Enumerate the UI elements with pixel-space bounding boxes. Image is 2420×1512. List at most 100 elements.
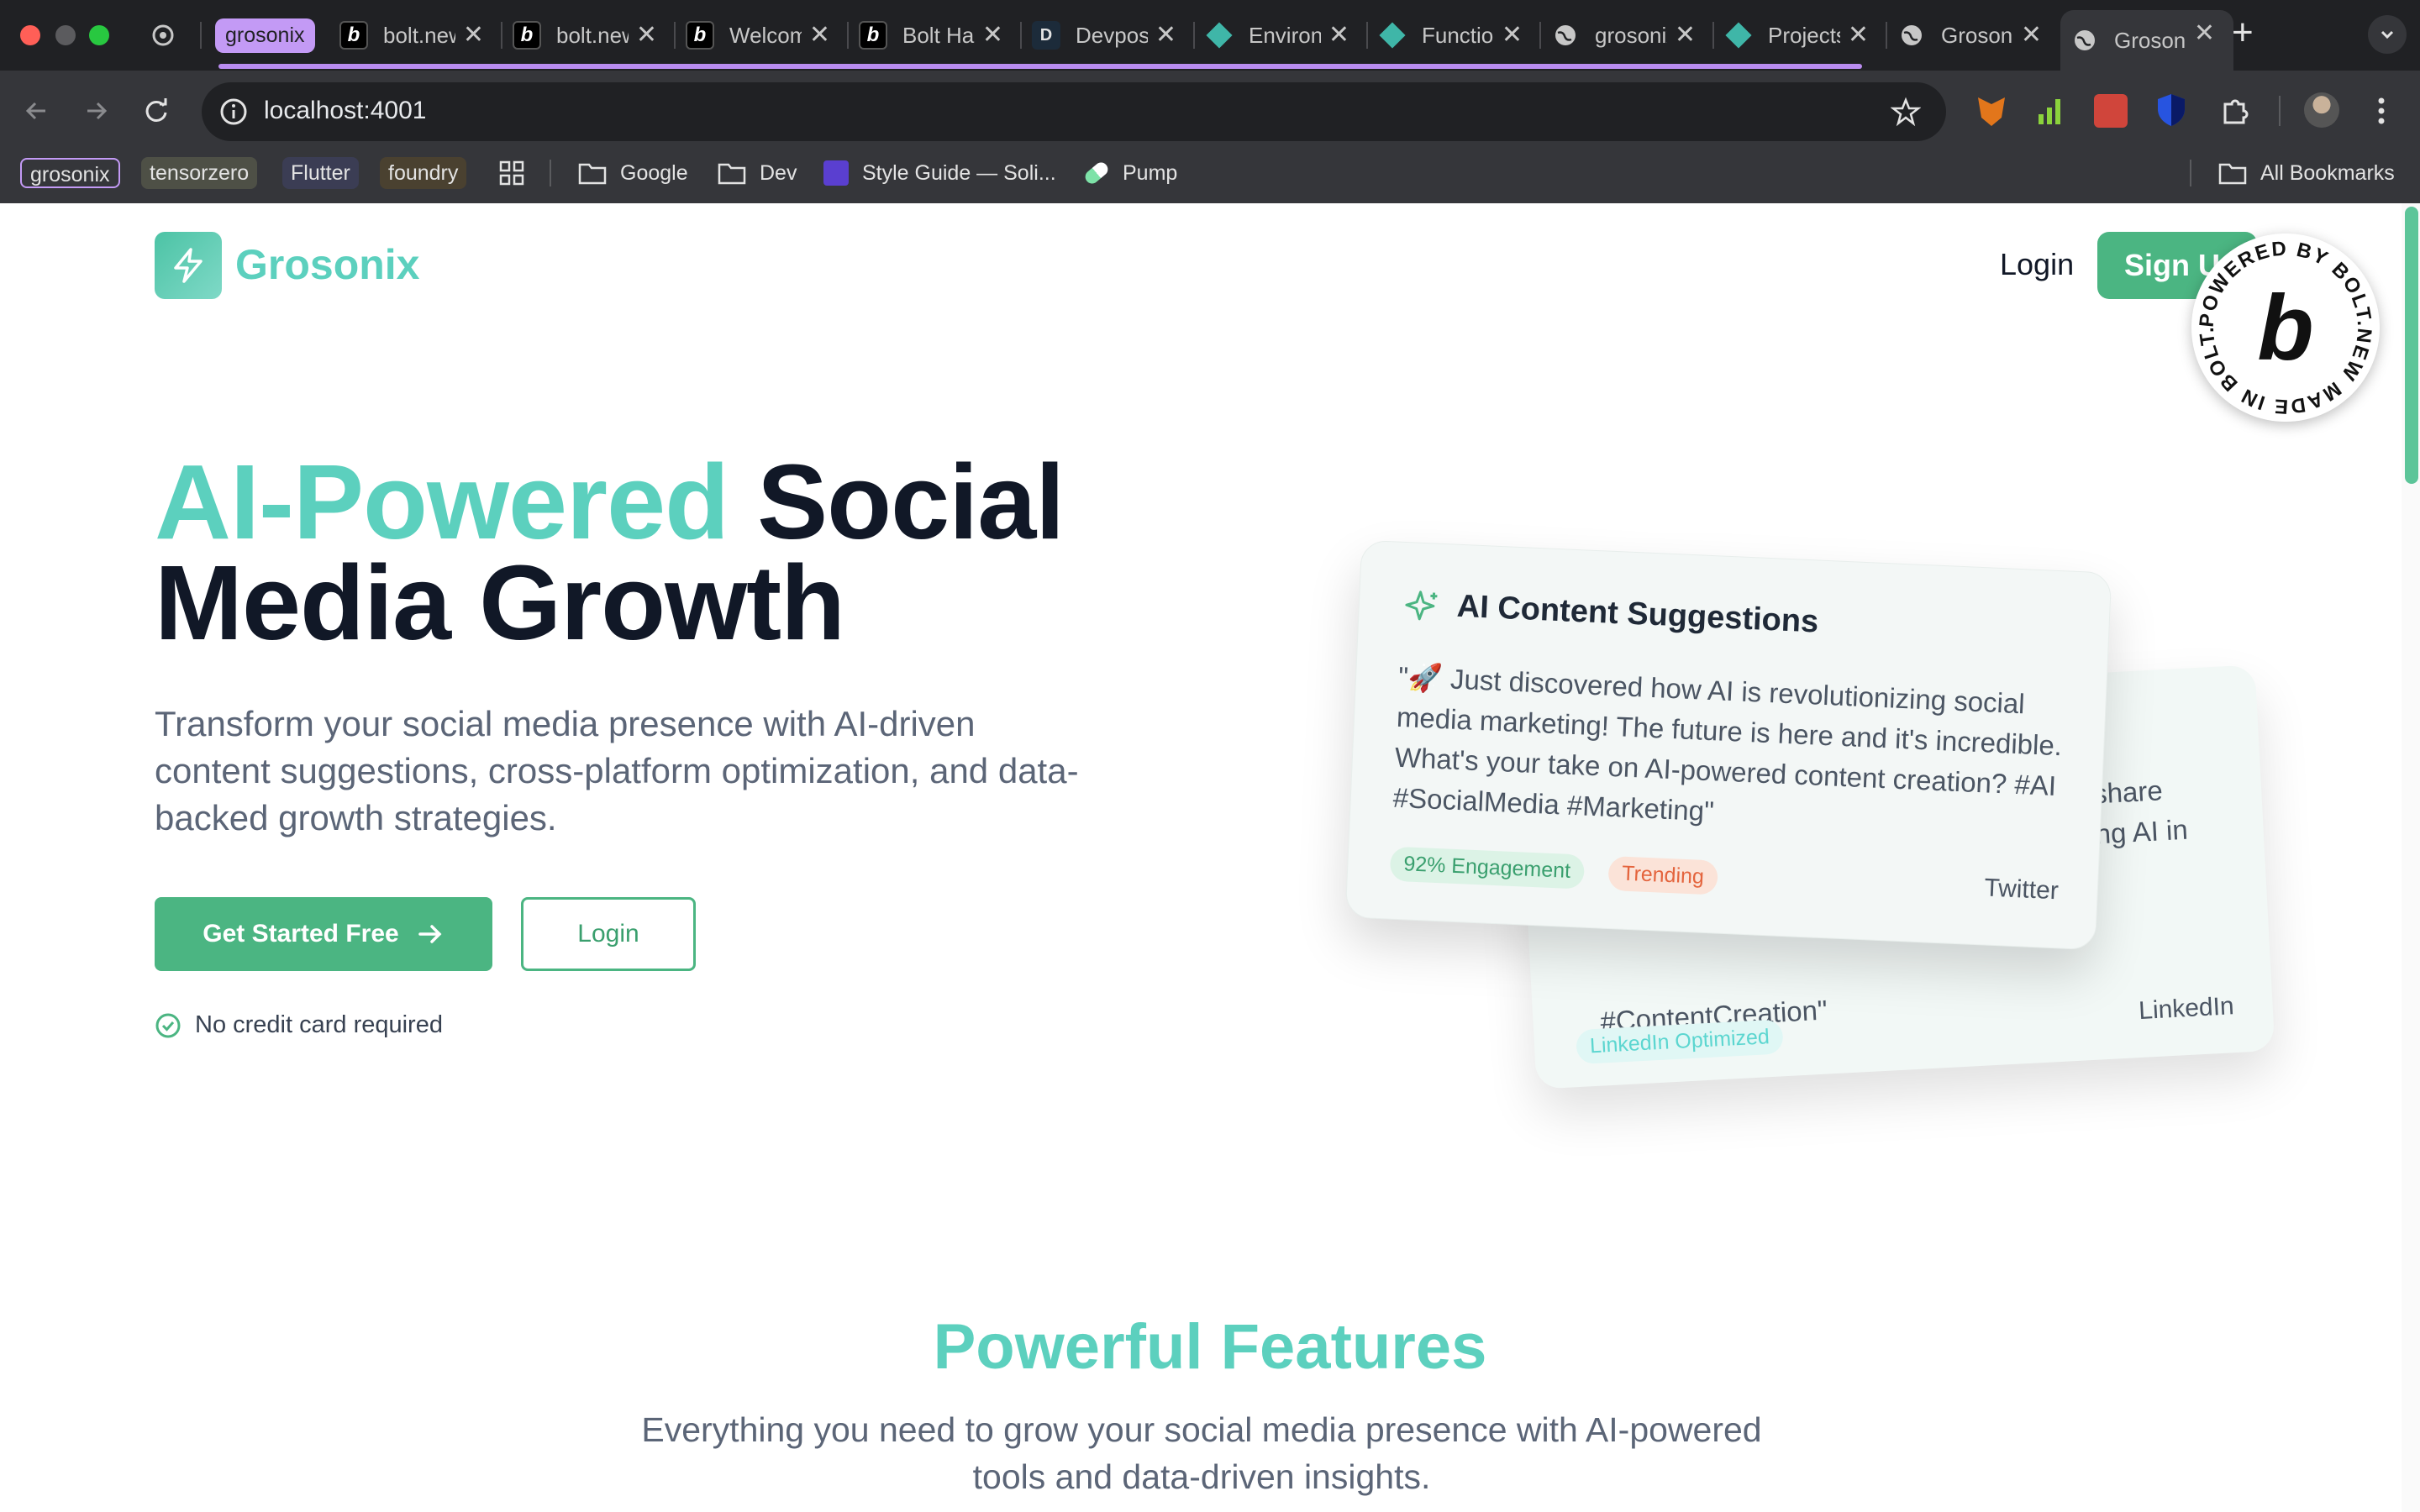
browser-tab[interactable]: b bolt.new ✕ xyxy=(502,12,676,59)
reload-icon xyxy=(145,98,167,122)
tab-close-icon[interactable]: ✕ xyxy=(809,20,830,50)
tab-title: bolt.new xyxy=(556,22,629,48)
site-info-icon[interactable] xyxy=(218,97,249,127)
folder-icon xyxy=(2218,163,2247,185)
brand-name[interactable]: Grosonix xyxy=(235,240,419,289)
tab-group-grosonix[interactable]: grosonix xyxy=(215,15,318,55)
hero-subtitle: Transform your social media presence wit… xyxy=(155,704,1079,837)
bookmark-flutter[interactable]: Flutter xyxy=(282,156,359,190)
bookmark-style-guide[interactable]: Style Guide — Soli... xyxy=(823,156,1056,190)
bookmark-tensorzero[interactable]: tensorzero xyxy=(141,156,258,190)
bookmark-star-icon[interactable] xyxy=(1891,97,1921,127)
linkedin-platform-label: LinkedIn xyxy=(2138,992,2235,1026)
url-text[interactable]: localhost:4001 xyxy=(264,97,426,125)
bolt-icon: b xyxy=(513,21,541,50)
check-circle-icon xyxy=(155,1013,181,1037)
all-bookmarks-button[interactable]: All Bookmarks xyxy=(2218,156,2395,190)
tab-title: Devpost xyxy=(1076,22,1148,48)
tab-title: bolt.new xyxy=(383,22,455,48)
maximize-window-button[interactable] xyxy=(89,25,109,45)
folder-icon xyxy=(718,163,746,185)
tab-close-icon[interactable]: ✕ xyxy=(636,20,657,50)
tab-close-icon[interactable]: ✕ xyxy=(1328,20,1349,50)
tab-close-icon[interactable]: ✕ xyxy=(1675,20,1696,50)
globe-icon xyxy=(1551,21,1580,50)
bookmark-folder-dev[interactable]: Dev xyxy=(718,156,797,190)
globe-icon xyxy=(2070,26,2099,55)
browser-tab[interactable]: Functions ✕ xyxy=(1368,12,1541,59)
metamask-extension-icon[interactable] xyxy=(1978,97,2005,126)
browser-tab[interactable]: b Welcome ✕ xyxy=(676,12,849,59)
no-credit-card-note: No credit card required xyxy=(155,1011,443,1039)
shield-extension-icon[interactable] xyxy=(2156,92,2186,128)
trending-tag: Trending xyxy=(1607,855,1718,895)
bolt-icon: b xyxy=(686,21,714,50)
browser-tab[interactable]: Environment ✕ xyxy=(1195,12,1368,59)
browser-tab[interactable]: b bolt.new ✕ xyxy=(329,12,502,59)
nav-login-link[interactable]: Login xyxy=(2000,247,2074,282)
brand-logo[interactable] xyxy=(155,232,222,299)
close-window-button[interactable] xyxy=(20,25,40,45)
globe-icon xyxy=(1897,21,1926,50)
browser-tab[interactable]: grosonix ✕ xyxy=(1541,12,1714,59)
tab-close-icon[interactable]: ✕ xyxy=(1502,20,1523,50)
forward-button[interactable] xyxy=(81,96,111,126)
pill-icon xyxy=(1082,160,1111,186)
red-extension-icon[interactable] xyxy=(2094,94,2128,128)
browser-tab[interactable]: Grosonix ✕ xyxy=(2060,10,2233,71)
card-title: AI Content Suggestions xyxy=(1455,588,1820,640)
tab-search-button[interactable] xyxy=(2368,15,2407,54)
tab-title: Grosonix xyxy=(1941,22,2013,48)
bookmark-folder-google[interactable]: Google xyxy=(578,156,688,190)
scrollbar-thumb[interactable] xyxy=(2405,207,2418,484)
minimize-window-button[interactable] xyxy=(55,25,76,45)
chevron-down-icon xyxy=(2381,30,2394,39)
browser-tab[interactable]: Grosonix ✕ xyxy=(1887,12,2060,59)
tab-close-icon[interactable]: ✕ xyxy=(1155,20,1176,50)
new-tab-button[interactable]: + xyxy=(2232,12,2254,54)
lightning-icon xyxy=(174,248,203,283)
hero-title-line2: Media Growth xyxy=(155,543,845,662)
arrow-right-icon xyxy=(418,925,442,943)
browser-tab[interactable]: D Devpost ✕ xyxy=(1022,12,1195,59)
get-started-button[interactable]: Get Started Free xyxy=(155,897,492,971)
tab-close-icon[interactable]: ✕ xyxy=(1848,20,1869,50)
apps-grid-button[interactable] xyxy=(499,156,524,190)
supabase-icon xyxy=(1724,21,1753,50)
tab-title: Environment xyxy=(1249,22,1321,48)
bookmark-grosonix[interactable]: grosonix xyxy=(20,156,120,190)
tab-group-label: grosonix xyxy=(215,18,315,53)
bookmark-pump[interactable]: Pump xyxy=(1082,156,1177,190)
back-button[interactable] xyxy=(22,96,52,126)
folder-icon xyxy=(578,163,607,185)
tab-title: grosonix xyxy=(1595,22,1667,48)
tab-close-icon[interactable]: ✕ xyxy=(2021,20,2042,50)
tab-title: Welcome xyxy=(729,22,802,48)
hero-title: AI-Powered Social Media Growth xyxy=(155,449,1065,656)
tab-close-icon[interactable]: ✕ xyxy=(463,20,484,50)
sparkles-icon xyxy=(1405,591,1438,621)
style-guide-favicon xyxy=(823,160,849,186)
bolt-badge[interactable]: POWERED BY BOLT.NEW MADE IN BOLT.NEW b xyxy=(2191,234,2380,422)
browser-tab[interactable]: b Bolt Hackathon ✕ xyxy=(849,12,1022,59)
bolt-icon: b xyxy=(859,21,887,50)
bookmark-foundry[interactable]: foundry xyxy=(380,156,467,190)
browser-menu-icon[interactable] xyxy=(2375,94,2388,128)
pinned-tab[interactable] xyxy=(150,22,176,49)
profile-avatar[interactable] xyxy=(2304,92,2339,128)
chart-extension-icon[interactable] xyxy=(2033,94,2067,128)
address-bar[interactable]: localhost:4001 xyxy=(202,82,1946,141)
hero-login-button[interactable]: Login xyxy=(521,897,696,971)
extensions-puzzle-icon[interactable] xyxy=(2218,94,2252,128)
card-suggestion-text: "🚀 Just discovered how AI is revolutioni… xyxy=(1392,660,2063,827)
tab-close-icon[interactable]: ✕ xyxy=(982,20,1003,50)
page-scrollbar[interactable] xyxy=(2402,203,2420,1512)
supabase-icon xyxy=(1378,21,1407,50)
apps-grid-icon xyxy=(499,160,524,186)
arrow-right-icon xyxy=(87,102,108,120)
features-title: Powerful Features xyxy=(933,1311,1487,1383)
tab-close-icon[interactable]: ✕ xyxy=(2194,18,2215,48)
reload-button[interactable] xyxy=(141,96,171,126)
features-subtitle: Everything you need to grow your social … xyxy=(641,1410,1762,1496)
browser-tab[interactable]: Projects ✕ xyxy=(1714,12,1887,59)
